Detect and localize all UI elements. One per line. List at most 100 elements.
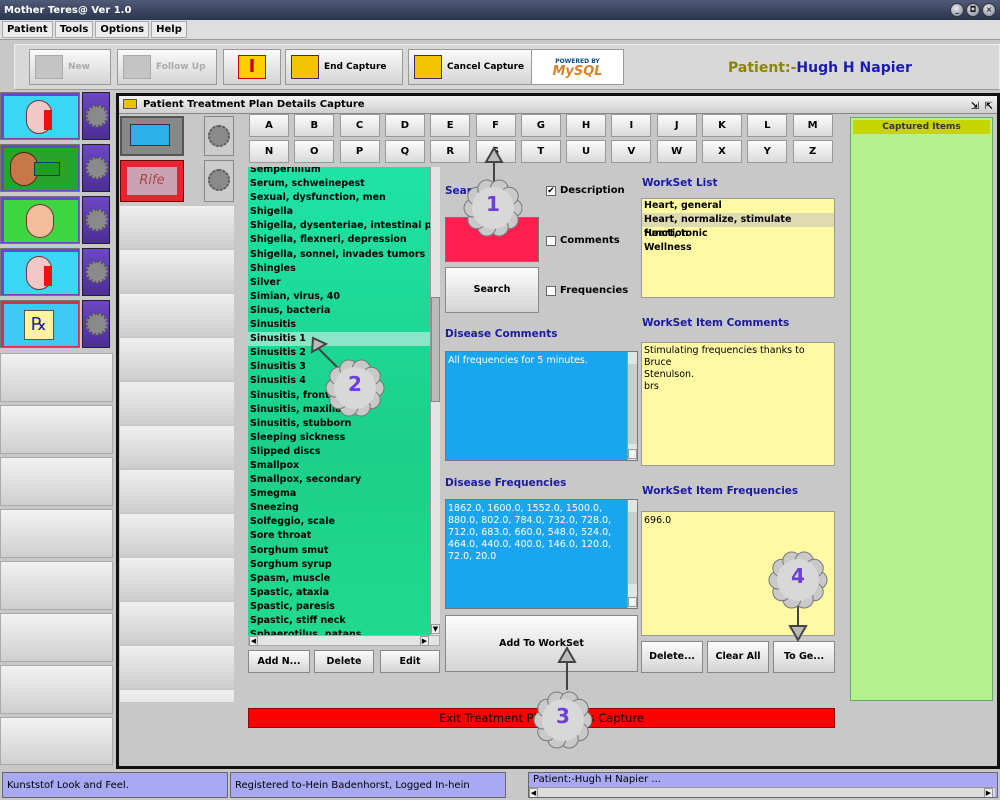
search-button[interactable]: Search	[445, 267, 539, 313]
scroll-down-icon[interactable]: ▼	[628, 449, 637, 459]
disease-list-item[interactable]: Simian, virus, 40	[248, 290, 430, 304]
cancel-capture-button[interactable]: Cancel Capture	[408, 49, 540, 85]
letter-button-e[interactable]: E	[430, 114, 471, 137]
disease-list-item[interactable]: Shingles	[248, 262, 430, 276]
add-new-button[interactable]: Add N...	[248, 650, 310, 673]
follow-up-button[interactable]: Follow Up	[117, 49, 217, 85]
letter-button-w[interactable]: W	[656, 140, 697, 163]
sidebar-slot[interactable]	[0, 613, 113, 662]
disease-list-item[interactable]: Spastic, ataxia	[248, 586, 430, 600]
restore-icon[interactable]: ⇲	[971, 98, 979, 115]
menu-patient[interactable]: Patient	[2, 21, 53, 38]
workset-item[interactable]: Heart, general	[642, 199, 834, 213]
disease-list-item[interactable]: Spastic, stiff neck	[248, 614, 430, 628]
frequencies-scrollbar[interactable]: ▼	[627, 500, 637, 608]
disease-list-scrollbar[interactable]: ▼	[430, 167, 440, 635]
letter-button-i[interactable]: I	[611, 114, 652, 137]
letter-button-h[interactable]: H	[566, 114, 607, 137]
scroll-thumb[interactable]	[628, 512, 637, 584]
minimize-button[interactable]: _	[950, 3, 964, 17]
sidebar-item-doctor[interactable]	[0, 248, 80, 296]
workset-delete-button[interactable]: Delete...	[641, 641, 703, 673]
letter-button-f[interactable]: F	[475, 114, 516, 137]
letter-button-o[interactable]: O	[294, 140, 335, 163]
add-to-workset-button[interactable]: Add To WorkSet	[445, 615, 638, 672]
scroll-down-icon[interactable]: ▼	[628, 597, 637, 607]
sidebar-slot[interactable]	[0, 561, 113, 610]
disease-list-hscrollbar[interactable]: ◀ ▶	[248, 635, 440, 646]
comments-checkbox[interactable]: Comments	[546, 235, 620, 246]
disease-list-item[interactable]: Shigella, flexneri, depression	[248, 233, 430, 247]
letter-button-t[interactable]: T	[520, 140, 561, 163]
disease-list-item[interactable]: Shigella, sonnel, invades tumors	[248, 248, 430, 262]
status-hscrollbar[interactable]: ◀ ▶	[529, 787, 995, 797]
checkbox-icon[interactable]	[546, 285, 556, 296]
sidebar-gear-5[interactable]	[82, 300, 110, 348]
letter-button-d[interactable]: D	[384, 114, 425, 137]
sidebar-item-prescription[interactable]: ℞	[0, 300, 80, 348]
sidebar-gear-3[interactable]	[82, 196, 110, 244]
edit-disease-button[interactable]: Edit	[380, 650, 440, 673]
disease-list-item[interactable]: Sinus, bacteria	[248, 304, 430, 318]
disease-list-item[interactable]: Sore throat	[248, 529, 430, 543]
scroll-left-icon[interactable]: ◀	[249, 636, 258, 646]
scroll-right-icon[interactable]: ▶	[984, 788, 993, 797]
delete-disease-button[interactable]: Delete	[314, 650, 374, 673]
scroll-down-icon[interactable]: ▼	[431, 624, 440, 634]
letter-button-v[interactable]: V	[611, 140, 652, 163]
letter-button-m[interactable]: M	[792, 114, 833, 137]
letter-button-n[interactable]: N	[249, 140, 289, 163]
workset-item[interactable]: Wellness	[642, 241, 834, 255]
menu-tools[interactable]: Tools	[54, 21, 94, 38]
letter-button-x[interactable]: X	[702, 140, 742, 163]
clear-all-button[interactable]: Clear All	[707, 641, 769, 673]
letter-button-a[interactable]: A	[249, 114, 289, 137]
disease-list-item[interactable]: Solfeggio, scale	[248, 515, 430, 529]
close-button[interactable]: ×	[982, 3, 996, 17]
to-ge-button[interactable]: To Ge...	[773, 641, 835, 673]
letter-button-q[interactable]: Q	[384, 140, 425, 163]
end-capture-button[interactable]: End Capture	[285, 49, 403, 85]
sidebar-item-patient[interactable]	[0, 92, 80, 140]
sidebar-slot[interactable]	[0, 717, 113, 765]
disease-list-item[interactable]: Sneezing	[248, 501, 430, 515]
disease-list-item[interactable]: Spasm, muscle	[248, 572, 430, 586]
sidebar-slot[interactable]	[0, 353, 113, 402]
disease-list-item[interactable]: Sexual, dysfunction, men	[248, 191, 430, 205]
workset-item[interactable]: Heart, tonic	[642, 227, 834, 241]
letter-button-r[interactable]: R	[430, 140, 471, 163]
sidebar-slot[interactable]	[0, 509, 113, 558]
disease-list-item[interactable]: Sinusitis	[248, 318, 430, 332]
disease-list-item[interactable]: Slipped discs	[248, 445, 430, 459]
scroll-thumb[interactable]	[431, 297, 440, 402]
letter-button-b[interactable]: B	[294, 114, 335, 137]
sidebar-gear-2[interactable]	[82, 144, 110, 192]
description-checkbox[interactable]: ✔ Description	[546, 185, 625, 196]
disease-list-item[interactable]: Sinusitis 1	[248, 332, 430, 347]
maximize-button[interactable]: ◘	[966, 3, 980, 17]
tab-gear-1[interactable]	[204, 116, 234, 156]
disease-list-item[interactable]: Sleeping sickness	[248, 431, 430, 445]
menu-help[interactable]: Help	[151, 21, 187, 38]
disease-list-item[interactable]: Smallpox, secondary	[248, 473, 430, 487]
sidebar-item-speak[interactable]	[0, 144, 80, 192]
cart-tab[interactable]	[120, 116, 184, 156]
sidebar-item-person[interactable]	[0, 196, 80, 244]
disease-list-item[interactable]: Serum, schweinepest	[248, 177, 430, 191]
scroll-left-icon[interactable]: ◀	[529, 788, 538, 797]
menu-options[interactable]: Options	[95, 21, 150, 38]
comments-scrollbar[interactable]: ▼	[627, 352, 637, 460]
disease-list-item[interactable]: Silver	[248, 276, 430, 290]
workset-item[interactable]: Heart, normalize, stimulate function	[642, 213, 834, 239]
disease-list-item[interactable]: Smegma	[248, 487, 430, 501]
letter-button-s[interactable]: S	[475, 140, 516, 163]
captured-items-panel[interactable]: Captured Items	[850, 117, 993, 701]
letter-button-c[interactable]: C	[339, 114, 380, 137]
letter-button-p[interactable]: P	[339, 140, 380, 163]
disease-list-item[interactable]: Smallpox	[248, 459, 430, 473]
disease-list-item[interactable]: Sinusitis, stubborn	[248, 417, 430, 431]
disease-list-item[interactable]: Semperillium	[248, 167, 430, 177]
letter-button-l[interactable]: L	[747, 114, 788, 137]
letter-button-k[interactable]: K	[702, 114, 742, 137]
workset-list[interactable]: Heart, general Heart, normalize, stimulat…	[641, 198, 835, 298]
